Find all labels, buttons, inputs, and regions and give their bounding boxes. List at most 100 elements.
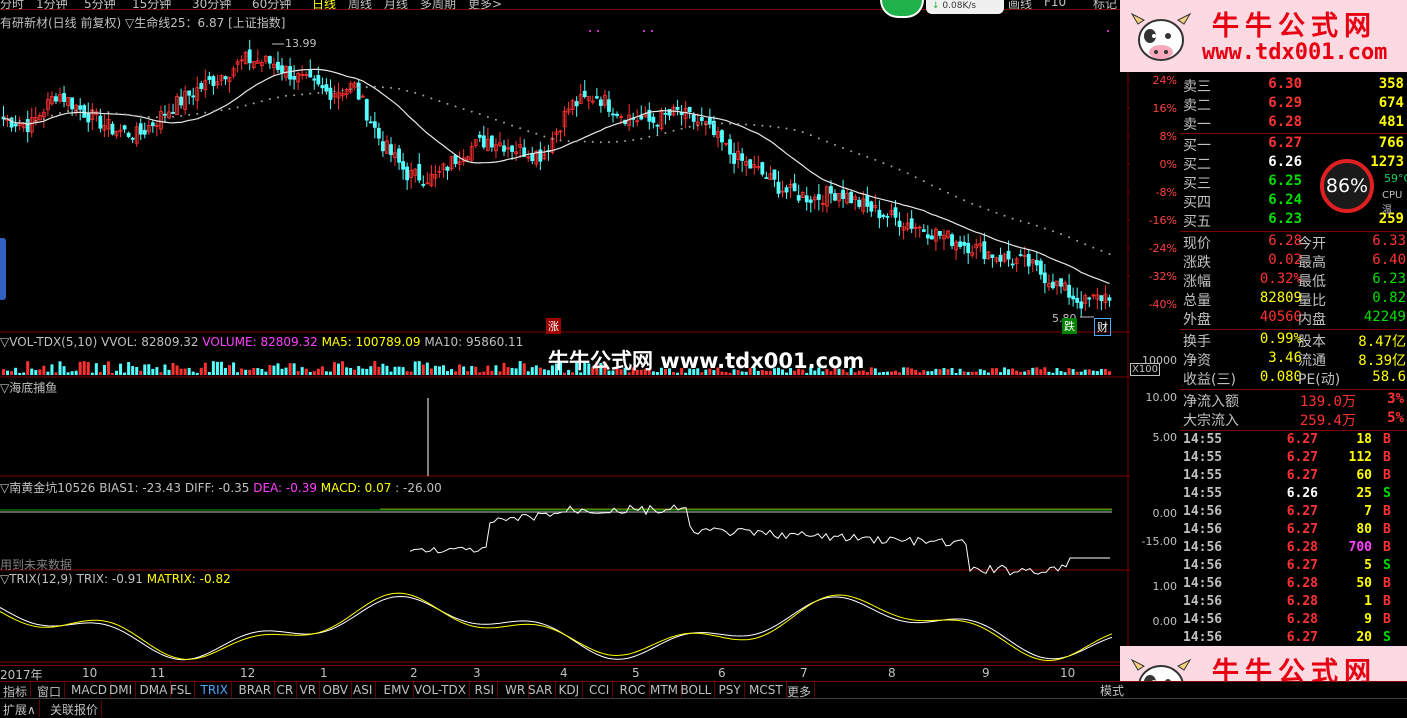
- volume-bar: [357, 366, 361, 375]
- tick-time: 14:55: [1183, 432, 1223, 447]
- indicator-tab[interactable]: 窗口: [34, 682, 66, 699]
- volume-bar: [228, 365, 232, 375]
- volume-bar: [296, 371, 300, 375]
- indicator-tab[interactable]: 更多: [784, 682, 816, 699]
- ma-dot: [59, 111, 62, 114]
- index-button[interactable]: [上证指数]: [228, 16, 285, 30]
- indicator-tab[interactable]: ASI: [350, 682, 377, 699]
- volume-bar: [10, 371, 14, 375]
- candle: [1042, 272, 1047, 284]
- indicator-tab[interactable]: CCI: [586, 682, 614, 699]
- candle: [796, 195, 801, 201]
- volume-bar: [938, 369, 942, 375]
- logo-top-url: www.tdx001.com: [1202, 40, 1388, 65]
- indicator-tab[interactable]: 指标: [0, 682, 32, 699]
- toolbar-button[interactable]: 画线: [1008, 0, 1032, 9]
- candle: [1079, 301, 1084, 309]
- indicator-tab[interactable]: SAR: [525, 682, 557, 699]
- volume-bar: [930, 371, 934, 375]
- indicator-tab[interactable]: RSI: [472, 682, 498, 699]
- indicator-tab[interactable]: KDJ: [556, 682, 584, 699]
- volume-bar: [264, 371, 268, 375]
- tick-volume: 112: [1348, 450, 1372, 465]
- period-tab[interactable]: 分时: [0, 0, 24, 9]
- volume-bar: [998, 372, 1002, 375]
- volume-bar: [502, 362, 506, 375]
- ma-dot: [123, 113, 126, 116]
- stat-row: 收益(三) 0.080 PE(动) 58.6: [1180, 369, 1407, 388]
- candle: [328, 87, 333, 100]
- stat-label: 最低: [1298, 274, 1326, 290]
- ask-label: 卖二: [1183, 98, 1211, 114]
- period-tab[interactable]: 15分钟: [132, 0, 171, 9]
- indicator-tab[interactable]: CR: [274, 682, 298, 699]
- indicator-tab[interactable]: DMI: [106, 682, 137, 699]
- volume-bar: [409, 371, 413, 375]
- indicator-tab[interactable]: BOLL: [678, 682, 716, 699]
- logo-top: 牛牛公式网 www.tdx001.com: [1120, 0, 1407, 72]
- volume-bar: [542, 369, 546, 375]
- indicator-tab[interactable]: VOL-TDX: [411, 682, 470, 699]
- volume-bar: [1035, 367, 1039, 375]
- bottom-tab[interactable]: 关联报价: [47, 700, 103, 717]
- trix-line: [0, 595, 1113, 661]
- period-tab[interactable]: 更多>: [468, 0, 502, 9]
- volume-bar: [224, 367, 227, 375]
- period-tab[interactable]: 周线: [348, 0, 372, 9]
- bottom-tab[interactable]: 扩展∧: [0, 700, 40, 717]
- volume-bar: [490, 370, 494, 375]
- ma-dot: [389, 86, 392, 89]
- ask-label: 卖三: [1183, 79, 1211, 95]
- indicator-tab[interactable]: OBV: [320, 682, 353, 699]
- candle: [356, 82, 361, 100]
- tick-price: 6.27: [1286, 504, 1318, 519]
- x-axis-label: 4: [560, 666, 568, 680]
- tick-side: B: [1383, 540, 1391, 555]
- indicator-tab[interactable]: BRAR: [236, 682, 276, 699]
- volume-bar: [877, 372, 881, 375]
- ma-dot: [503, 121, 506, 124]
- mode-button[interactable]: 模式: [1100, 682, 1124, 699]
- volume-bar: [373, 361, 377, 375]
- toolbar-button[interactable]: F10: [1044, 0, 1066, 9]
- period-tab[interactable]: 30分钟: [192, 0, 231, 9]
- indicator-tab[interactable]: EMV: [381, 682, 414, 699]
- period-tab[interactable]: 日线: [312, 0, 336, 9]
- volume-bar: [70, 371, 74, 375]
- volume-bar: [534, 365, 538, 375]
- volume-bar: [361, 368, 365, 375]
- macd-panel-title: ▽南黄金坑10526 BIAS1: -23.43 DIFF: -0.35 DEA…: [0, 481, 442, 495]
- period-tab[interactable]: 多周期: [420, 0, 456, 9]
- indicator-tab[interactable]: MACD: [68, 682, 111, 699]
- candle: [110, 123, 115, 135]
- candle: [316, 74, 321, 85]
- future-data-note: 用到未来数据: [0, 558, 73, 572]
- ma-dot: [729, 122, 732, 125]
- volume-bar: [102, 365, 106, 375]
- cpu-gauge[interactable]: 86%: [1320, 159, 1374, 213]
- period-tab[interactable]: 1分钟: [36, 0, 68, 9]
- candle: [308, 69, 313, 78]
- toolbar-button[interactable]: 标记: [1093, 0, 1117, 9]
- volume-bar: [123, 372, 127, 375]
- candle: [502, 145, 506, 152]
- volume-bar: [902, 367, 906, 375]
- candle: [1071, 295, 1076, 300]
- indicator-tab[interactable]: FSL: [167, 682, 195, 699]
- period-tab[interactable]: 60分钟: [252, 0, 291, 9]
- indicator-tab[interactable]: ROC: [617, 682, 650, 699]
- indicator-tab[interactable]: MCST: [746, 682, 787, 699]
- period-tab[interactable]: 月线: [384, 0, 408, 9]
- volume-bar: [474, 366, 478, 375]
- side-expand-tab[interactable]: [0, 238, 6, 300]
- tick-row: 14:56 6.28 50 B: [1180, 576, 1407, 594]
- volume-bar: [1071, 369, 1075, 375]
- indicator-tab[interactable]: VR: [297, 682, 321, 699]
- candle: [808, 199, 813, 203]
- volume-bar: [1027, 369, 1031, 375]
- indicator-tab[interactable]: TRIX: [198, 682, 232, 699]
- period-tab[interactable]: 5分钟: [84, 0, 116, 9]
- x-axis-label: 2: [410, 666, 418, 680]
- indicator-tab[interactable]: PSY: [716, 682, 745, 699]
- volume-bar: [890, 371, 893, 375]
